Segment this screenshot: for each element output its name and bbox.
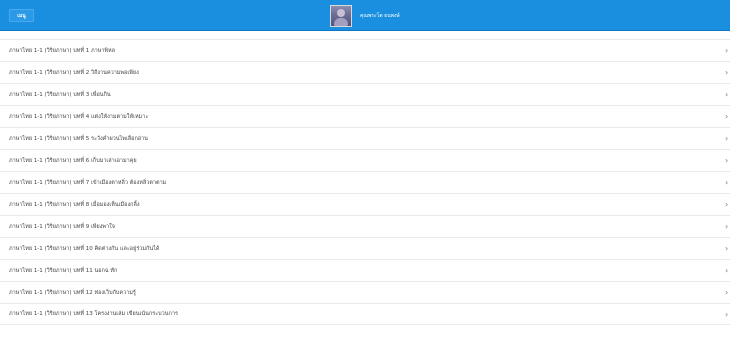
list-item[interactable]: ภาษาไทย 1-1 (วิริยภาษา) บทที่ 11 นอกฉ ทั…	[0, 259, 730, 281]
list-item[interactable]: ภาษาไทย 1-1 (วิริยภาษา) บทที่ 1 ภาษาพิหล…	[0, 39, 730, 61]
chevron-right-icon: ›	[725, 178, 729, 187]
list-item-label: ภาษาไทย 1-1 (วิริยภาษา) บทที่ 1 ภาษาพิหล	[9, 47, 116, 54]
list-item[interactable]: ภาษาไทย 1-1 (วิริยภาษา) บทที่ 6 เก็บมาเล…	[0, 149, 730, 171]
list-item[interactable]: ภาษาไทย 1-1 (วิริยภาษา) บทที่ 4 แต่งให้ง…	[0, 105, 730, 127]
list-item-label: ภาษาไทย 1-1 (วิริยภาษา) บทที่ 10 คิดต่าง…	[9, 245, 160, 252]
chevron-right-icon: ›	[725, 90, 729, 99]
chevron-right-icon: ›	[725, 266, 729, 275]
list-item-label: ภาษาไทย 1-1 (วิริยภาษา) บทที่ 5 ระวังคำผ…	[9, 135, 148, 142]
list-item-label: ภาษาไทย 1-1 (วิริยภาษา) บทที่ 11 นอกฉ ทั…	[9, 267, 118, 274]
top-bar: เมนู คุณพระโต ธนพงษ์	[0, 0, 730, 31]
list-item-label: ภาษาไทย 1-1 (วิริยภาษา) บทที่ 9 เพียงพาใ…	[9, 223, 116, 230]
user-avatar[interactable]	[330, 5, 352, 27]
lesson-list: ภาษาไทย 1-1 (วิริยภาษา) บทที่ 1 ภาษาพิหล…	[0, 39, 730, 325]
list-item-label: ภาษาไทย 1-1 (วิริยภาษา) บทที่ 3 เพื่อนกิ…	[9, 91, 111, 98]
chevron-right-icon: ›	[725, 112, 729, 121]
chevron-right-icon: ›	[725, 46, 729, 55]
chevron-right-icon: ›	[725, 134, 729, 143]
chevron-right-icon: ›	[725, 222, 729, 231]
list-item-label: ภาษาไทย 1-1 (วิริยภาษา) บทที่ 13 โครงงาน…	[9, 311, 178, 317]
list-item-label: ภาษาไทย 1-1 (วิริยภาษา) บทที่ 8 เมื่อมอง…	[9, 201, 140, 208]
list-item[interactable]: ภาษาไทย 1-1 (วิริยภาษา) บทที่ 10 คิดต่าง…	[0, 237, 730, 259]
list-item[interactable]: ภาษาไทย 1-1 (วิริยภาษา) บทที่ 8 เมื่อมอง…	[0, 193, 730, 215]
list-item-label: ภาษาไทย 1-1 (วิริยภาษา) บทที่ 7 เข้าเมือ…	[9, 179, 167, 186]
list-item-label: ภาษาไทย 1-1 (วิริยภาษา) บทที่ 4 แต่งให้ง…	[9, 113, 149, 120]
list-item[interactable]: ภาษาไทย 1-1 (วิริยภาษา) บทที่ 13 โครงงาน…	[0, 303, 730, 325]
list-item[interactable]: ภาษาไทย 1-1 (วิริยภาษา) บทที่ 7 เข้าเมือ…	[0, 171, 730, 193]
chevron-right-icon: ›	[725, 68, 729, 77]
chevron-right-icon: ›	[725, 244, 729, 253]
chevron-right-icon: ›	[725, 200, 729, 209]
chevron-right-icon: ›	[725, 156, 729, 165]
user-name: คุณพระโต ธนพงษ์	[360, 13, 400, 19]
list-item-label: ภาษาไทย 1-1 (วิริยภาษา) บทที่ 12 ท่องเว็…	[9, 289, 136, 296]
user-profile[interactable]: คุณพระโต ธนพงษ์	[330, 4, 400, 28]
list-item[interactable]: ภาษาไทย 1-1 (วิริยภาษา) บทที่ 12 ท่องเว็…	[0, 281, 730, 303]
list-item[interactable]: ภาษาไทย 1-1 (วิริยภาษา) บทที่ 9 เพียงพาใ…	[0, 215, 730, 237]
list-item-label: ภาษาไทย 1-1 (วิริยภาษา) บทที่ 6 เก็บมาเล…	[9, 157, 137, 164]
list-item-label: ภาษาไทย 1-1 (วิริยภาษา) บทที่ 2 วิถีงานค…	[9, 69, 139, 76]
list-item[interactable]: ภาษาไทย 1-1 (วิริยภาษา) บทที่ 5 ระวังคำผ…	[0, 127, 730, 149]
menu-button[interactable]: เมนู	[9, 9, 34, 22]
list-item[interactable]: ภาษาไทย 1-1 (วิริยภาษา) บทที่ 3 เพื่อนกิ…	[0, 83, 730, 105]
chevron-right-icon: ›	[725, 288, 729, 297]
app-window: เมนู คุณพระโต ธนพงษ์ ภาษาไทย 1-1 (วิริยภ…	[0, 0, 730, 349]
list-item[interactable]: ภาษาไทย 1-1 (วิริยภาษา) บทที่ 2 วิถีงานค…	[0, 61, 730, 83]
chevron-right-icon: ›	[725, 310, 729, 319]
